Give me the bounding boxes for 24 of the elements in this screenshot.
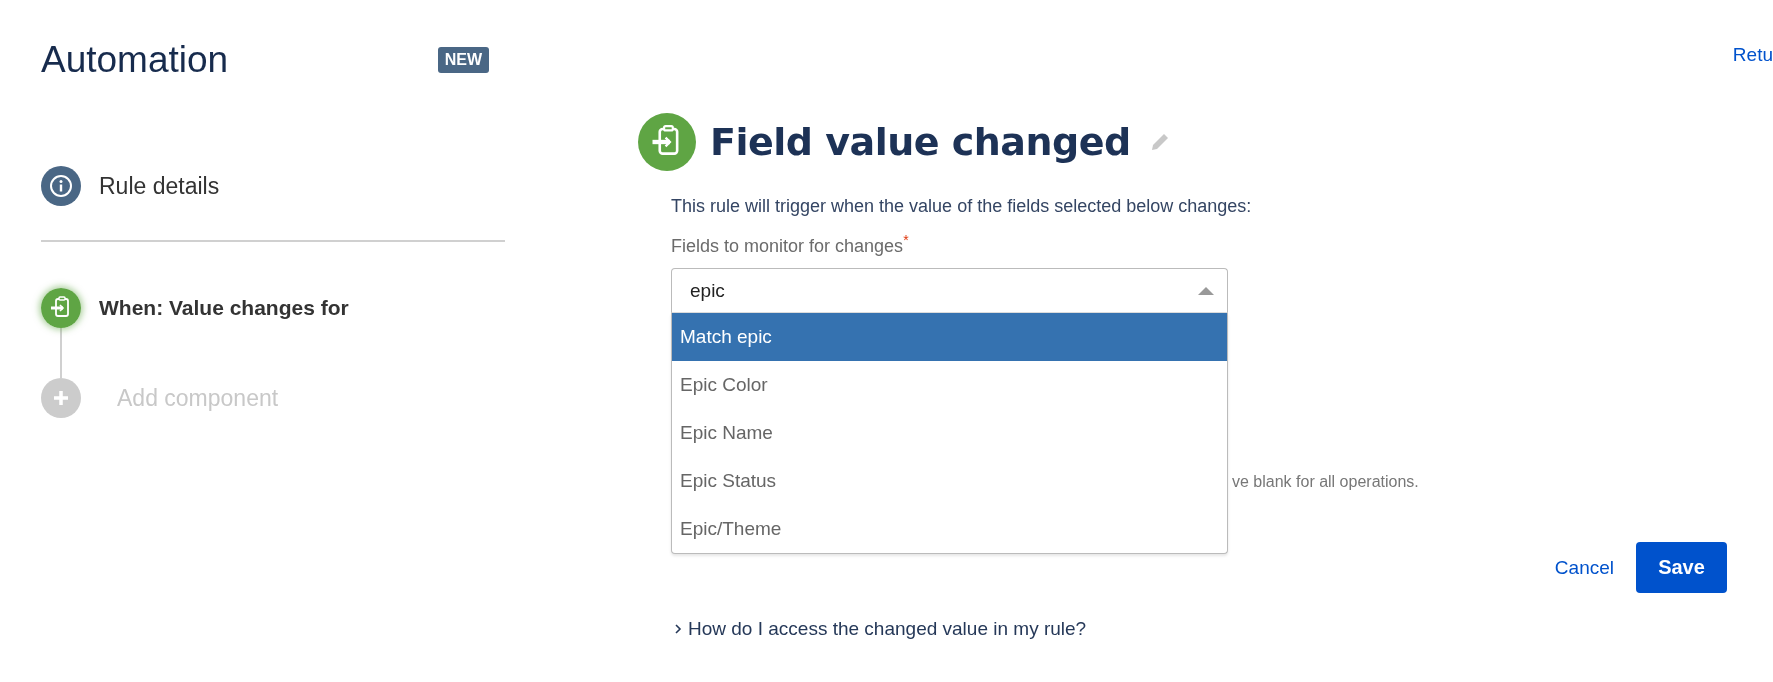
new-badge: NEW [437, 47, 489, 73]
option-item[interactable]: Epic/Theme [672, 505, 1227, 553]
required-mark: * [903, 232, 909, 248]
page-title: Automation [41, 38, 229, 82]
fields-select[interactable]: epic [671, 268, 1228, 313]
trigger-description: This rule will trigger when the value of the fields selected below changes: [671, 195, 1253, 217]
chevron-icon [674, 623, 682, 635]
step-item[interactable]: When: Value changes for [99, 296, 349, 320]
step-item[interactable]: Rule details [99, 172, 220, 200]
option-item[interactable]: Epic Name [672, 409, 1227, 457]
return-link[interactable]: Retu [1732, 44, 1773, 66]
help-link[interactable]: How do I access the changed value in my rule? [688, 618, 1087, 640]
info-icon [41, 166, 81, 206]
save-button[interactable]: Save [1636, 542, 1727, 593]
trigger-icon [638, 113, 696, 171]
field-label: Fields to monitor for changes [671, 236, 904, 256]
option-item[interactable]: Match epic [672, 313, 1227, 361]
caret-icon [1197, 285, 1215, 296]
trigger-icon [41, 288, 81, 328]
helper-text: ve blank for all operations. [1232, 472, 1420, 492]
trigger-title: Field value changed [710, 120, 1131, 164]
option-item[interactable]: Epic Status [672, 457, 1227, 505]
cancel-button[interactable]: Cancel [1554, 550, 1614, 585]
option-item[interactable]: Epic Color [672, 361, 1227, 409]
